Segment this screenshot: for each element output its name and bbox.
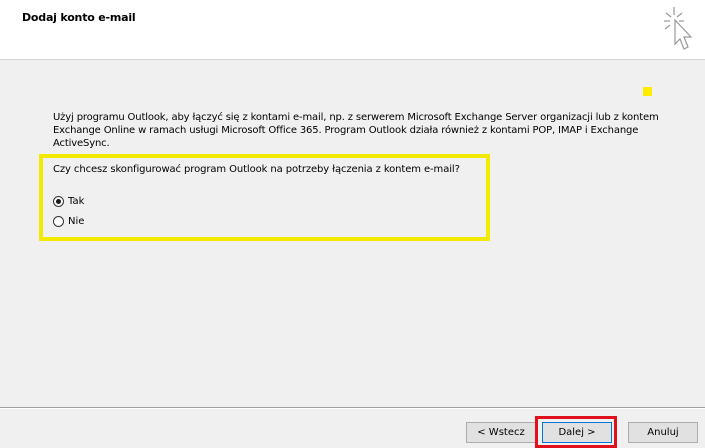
radio-label-nie: Nie [68,215,85,227]
footer-divider-highlight [0,408,705,409]
wizard-cursor-sparkle-icon [664,7,693,50]
question-text: Czy chcesz skonfigurować program Outlook… [53,164,460,175]
radio-option-nie[interactable]: Nie [53,213,153,229]
radio-button-unchecked[interactable] [53,215,64,227]
back-button[interactable]: < Wstecz [466,422,536,443]
dialog-header: Dodaj konto e-mail [0,0,705,60]
radio-option-tak[interactable]: Tak [53,193,153,209]
intro-text: Użyj programu Outlook, aby łączyć się z … [53,112,659,149]
highlight-marker [643,87,652,96]
radio-button-checked[interactable] [53,195,64,207]
radio-label-tak: Tak [68,195,85,207]
dialog-title: Dodaj konto e-mail [22,11,136,24]
cancel-button[interactable]: Anuluj [628,422,698,443]
next-button-highlight-frame [535,416,617,448]
